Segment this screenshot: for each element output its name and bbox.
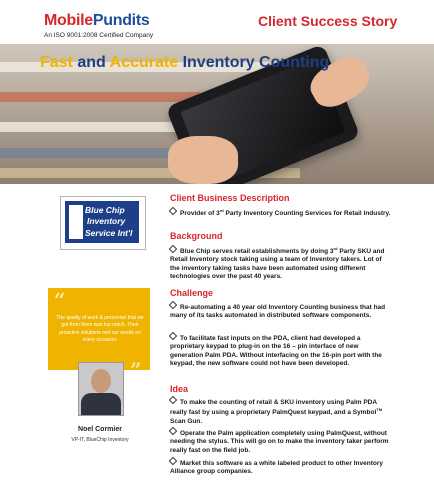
shelf-stripe <box>0 148 180 158</box>
list-item: To make the counting of retail & SKU inv… <box>168 395 392 426</box>
shelf-stripe <box>0 92 200 102</box>
person-photo <box>78 362 124 416</box>
person-name: Noel Cormier <box>78 426 122 433</box>
list-item: Re-automating a 40 year old Inventory Co… <box>168 300 392 321</box>
hand-illustration <box>168 136 238 184</box>
client-logo-mark <box>69 205 83 239</box>
client-logo-line2: Inventory <box>87 216 126 226</box>
headline-word-accurate: Accurate <box>109 54 179 71</box>
list-item: To facilitate fast inputs on the PDA, cl… <box>168 331 392 369</box>
certification-text: An ISO 9001:2008 Certified Company <box>44 32 154 39</box>
list-item: Provider of 3rd Party Inventory Counting… <box>168 206 392 218</box>
headline-word-and: and <box>72 54 110 71</box>
headline-word-rest: Inventory Counting <box>178 54 330 71</box>
heading-idea: Idea <box>170 384 189 394</box>
logo-text-mobile: Mobile <box>44 12 93 29</box>
list-item: Blue Chip serves retail establishments b… <box>168 244 385 281</box>
testimonial-quote: The quality of work & personnel that we … <box>56 315 144 343</box>
person-title: VP-IT, BlueChip Inventory <box>71 437 129 443</box>
client-logo: Blue Chip Inventory Service Int'l <box>60 196 146 250</box>
heading-background: Background <box>170 231 223 241</box>
list-item: Operate the Palm application completely … <box>168 426 392 455</box>
heading-client-business-description: Client Business Description <box>170 193 290 203</box>
client-logo-line1: Blue Chip <box>85 205 125 215</box>
heading-challenge: Challenge <box>170 288 214 298</box>
client-logo-line3: Service Int'l <box>85 228 133 238</box>
logo-text-pundits: Pundits <box>92 12 150 29</box>
headline: Fast and Accurate Inventory Counting <box>40 54 329 72</box>
company-logo: MobilePundits <box>44 12 150 30</box>
list-item: Market this software as a white labeled … <box>168 456 392 477</box>
headline-word-fast: Fast <box>40 54 73 71</box>
story-type-title: Client Success Story <box>258 13 398 29</box>
open-quote-icon: “ <box>54 288 66 312</box>
close-quote-icon: ” <box>130 358 142 382</box>
